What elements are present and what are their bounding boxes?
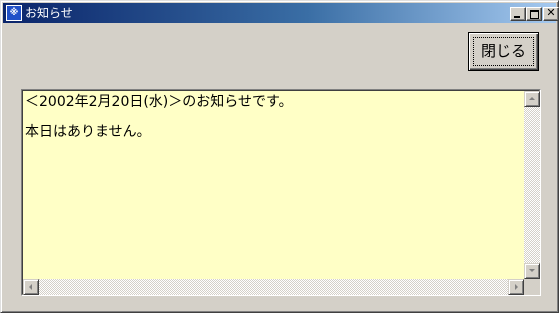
message-line-body: 本日はありません。: [25, 124, 151, 140]
message-line-date: ＜2002年2月20日(水)＞のお知らせです。: [25, 94, 293, 110]
scroll-left-button[interactable]: [23, 279, 39, 295]
horizontal-scrollbar[interactable]: [23, 279, 524, 295]
arrow-up-icon: [529, 97, 535, 100]
notice-text-area[interactable]: ＜2002年2月20日(水)＞のお知らせです。 本日はありません。: [21, 89, 541, 296]
maximize-button[interactable]: [526, 7, 542, 21]
minimize-button[interactable]: [510, 7, 526, 21]
arrow-right-icon: [515, 284, 518, 290]
maximize-icon: [530, 10, 539, 19]
arrow-left-icon: [29, 284, 32, 290]
title-bar[interactable]: ※ お知らせ ✕: [3, 3, 559, 23]
close-icon: ✕: [546, 6, 556, 19]
vertical-scrollbar[interactable]: [524, 91, 540, 279]
arrow-down-icon: [529, 269, 535, 272]
scroll-up-button[interactable]: [524, 91, 540, 107]
minimize-icon: [514, 16, 520, 18]
message-content[interactable]: ＜2002年2月20日(水)＞のお知らせです。 本日はありません。: [25, 92, 521, 278]
notice-window: ※ お知らせ ✕ 閉じる ＜2002年2月20日(水)＞のお知らせです。 本日は…: [0, 0, 559, 313]
focus-rectangle: [473, 37, 534, 66]
close-button[interactable]: 閉じる: [468, 32, 539, 71]
scrollbar-corner: [524, 279, 540, 295]
notice-app-icon[interactable]: ※: [6, 5, 22, 21]
text-area-inner: ＜2002年2月20日(水)＞のお知らせです。 本日はありません。: [22, 90, 540, 295]
scroll-down-button[interactable]: [524, 263, 540, 279]
scroll-right-button[interactable]: [508, 279, 524, 295]
close-window-button[interactable]: ✕: [543, 7, 559, 21]
window-title: お知らせ: [25, 6, 73, 20]
